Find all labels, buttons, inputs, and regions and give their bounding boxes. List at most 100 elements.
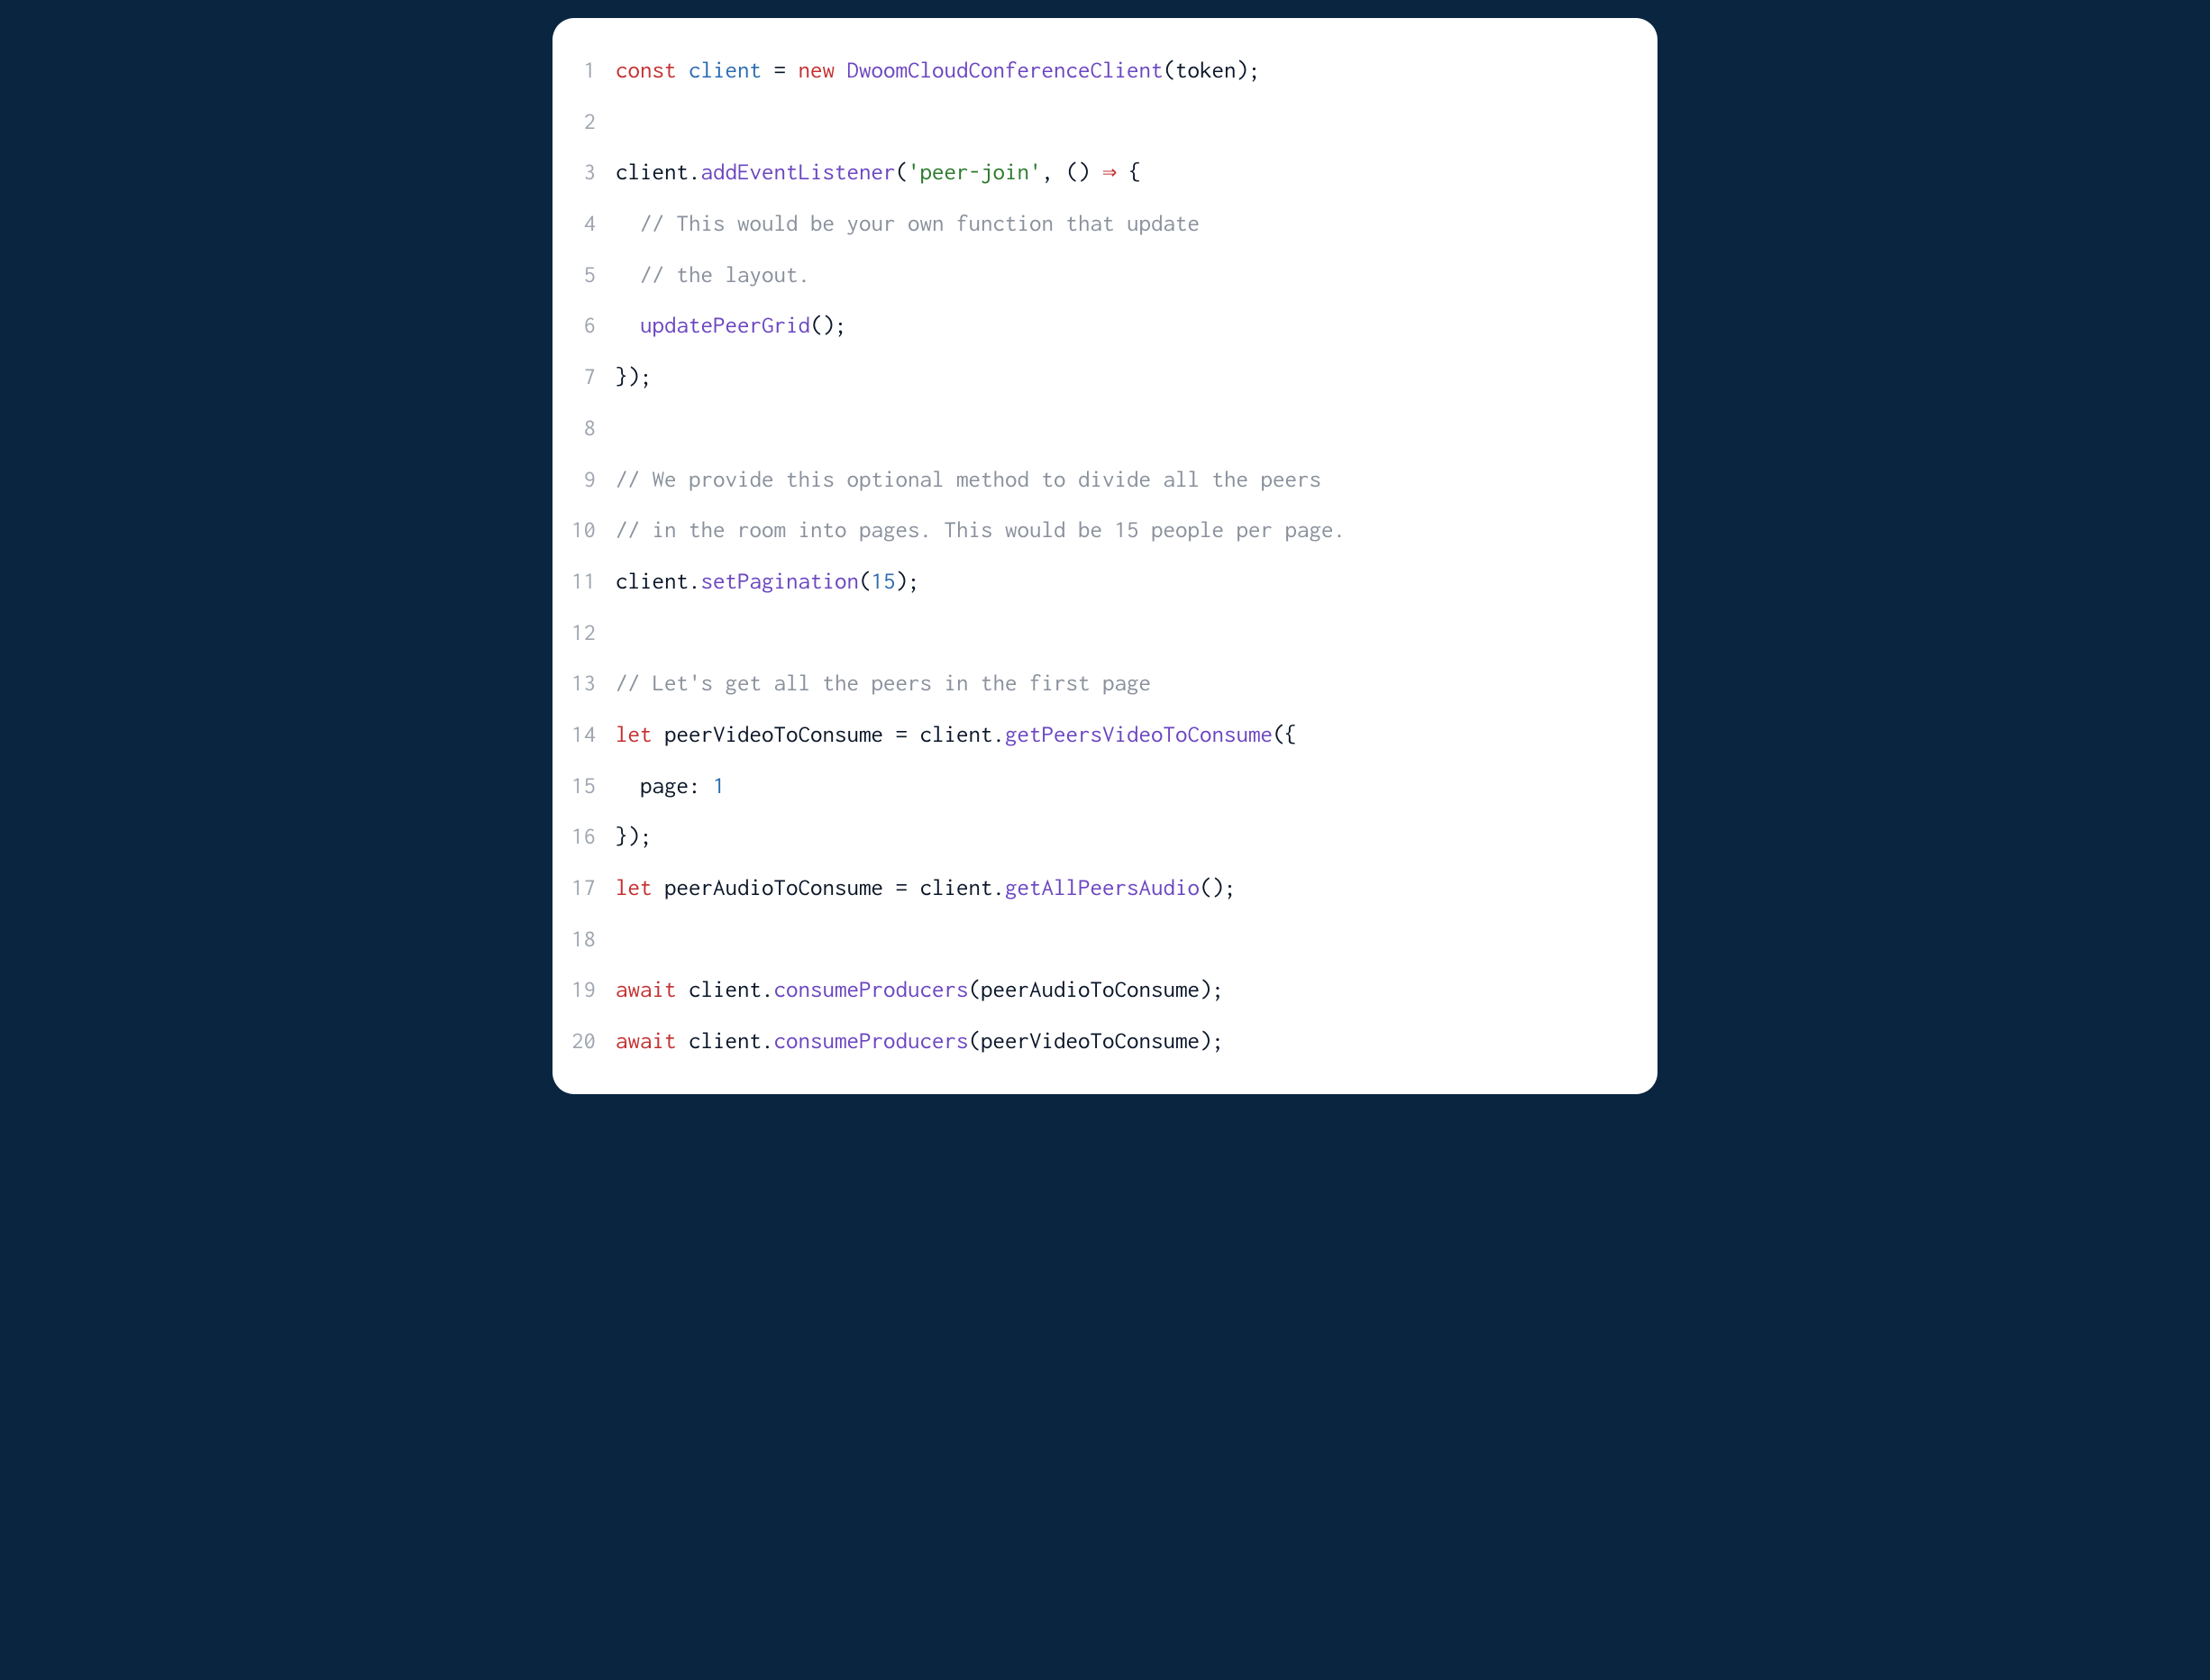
line-number: 2 bbox=[571, 96, 616, 148]
code-token: ); bbox=[896, 569, 920, 594]
code-content: await client.consumeProducers(peerVideoT… bbox=[616, 1016, 1224, 1067]
code-content: await client.consumeProducers(peerAudioT… bbox=[616, 964, 1224, 1016]
code-token: (peerVideoToConsume); bbox=[969, 1028, 1225, 1054]
code-token: 'peer-join' bbox=[908, 160, 1042, 185]
code-content: // Let's get all the peers in the first … bbox=[616, 658, 1151, 709]
code-content: // We provide this optional method to di… bbox=[616, 454, 1321, 506]
code-content: const client = new DwoomCloudConferenceC… bbox=[616, 45, 1261, 96]
code-token: (); bbox=[810, 313, 847, 338]
code-content: }); bbox=[616, 352, 653, 403]
code-line: 20await client.consumeProducers(peerVide… bbox=[571, 1016, 1621, 1067]
code-panel: 1const client = new DwoomCloudConference… bbox=[552, 18, 1658, 1094]
code-content: page: 1 bbox=[616, 761, 726, 812]
line-number: 6 bbox=[571, 300, 616, 352]
code-token: ⇒ bbox=[1102, 160, 1117, 185]
code-token: consumeProducers bbox=[774, 977, 969, 1002]
code-token: await bbox=[616, 977, 689, 1002]
code-line: 6 updatePeerGrid(); bbox=[571, 300, 1621, 352]
code-token: page: bbox=[616, 773, 713, 799]
line-number: 17 bbox=[571, 863, 616, 914]
code-line: 17let peerAudioToConsume = client.getAll… bbox=[571, 863, 1621, 914]
line-number: 7 bbox=[571, 352, 616, 403]
code-content: let peerAudioToConsume = client.getAllPe… bbox=[616, 863, 1237, 914]
code-token: peerVideoToConsume = client. bbox=[664, 722, 1005, 747]
code-line: 16}); bbox=[571, 811, 1621, 863]
code-line: 12 bbox=[571, 607, 1621, 659]
code-token: // Let's get all the peers in the first … bbox=[616, 671, 1151, 696]
code-token: ( bbox=[896, 160, 909, 185]
code-token: // in the room into pages. This would be… bbox=[616, 517, 1346, 543]
line-number: 4 bbox=[571, 198, 616, 250]
line-number: 11 bbox=[571, 556, 616, 607]
code-line: 2 bbox=[571, 96, 1621, 148]
line-number: 13 bbox=[571, 658, 616, 709]
line-number: 9 bbox=[571, 454, 616, 506]
code-line: 7}); bbox=[571, 352, 1621, 403]
code-line: 13// Let's get all the peers in the firs… bbox=[571, 658, 1621, 709]
code-listing: 1const client = new DwoomCloudConference… bbox=[571, 45, 1621, 1067]
code-line: 9// We provide this optional method to d… bbox=[571, 454, 1621, 506]
code-token: addEventListener bbox=[701, 160, 896, 185]
line-number: 1 bbox=[571, 45, 616, 96]
line-number: 12 bbox=[571, 607, 616, 659]
code-line: 3client.addEventListener('peer-join', ()… bbox=[571, 147, 1621, 198]
line-number: 10 bbox=[571, 505, 616, 556]
code-content: }); bbox=[616, 811, 653, 863]
code-token: updatePeerGrid bbox=[640, 313, 810, 338]
code-line: 11client.setPagination(15); bbox=[571, 556, 1621, 607]
code-content: // in the room into pages. This would be… bbox=[616, 505, 1346, 556]
code-line: 14let peerVideoToConsume = client.getPee… bbox=[571, 709, 1621, 761]
line-number: 16 bbox=[571, 811, 616, 863]
line-number: 20 bbox=[571, 1016, 616, 1067]
code-token: const bbox=[616, 58, 689, 83]
code-token: { bbox=[1117, 160, 1141, 185]
code-token: getAllPeersAudio bbox=[1005, 875, 1200, 900]
code-token: let bbox=[616, 722, 664, 747]
code-token: client. bbox=[689, 977, 774, 1002]
line-number: 14 bbox=[571, 709, 616, 761]
line-number: 3 bbox=[571, 147, 616, 198]
code-line: 10// in the room into pages. This would … bbox=[571, 505, 1621, 556]
code-token: new bbox=[799, 58, 847, 83]
code-token: // the layout. bbox=[640, 262, 810, 288]
code-token: client. bbox=[616, 160, 701, 185]
code-content: client.addEventListener('peer-join', () … bbox=[616, 147, 1141, 198]
code-token: client bbox=[689, 58, 762, 83]
line-number: 8 bbox=[571, 403, 616, 454]
code-line: 4 // This would be your own function tha… bbox=[571, 198, 1621, 250]
code-token: }); bbox=[616, 364, 653, 389]
line-number: 5 bbox=[571, 250, 616, 301]
code-token: getPeersVideoToConsume bbox=[1005, 722, 1273, 747]
code-token: peerAudioToConsume = client. bbox=[664, 875, 1005, 900]
code-line: 1const client = new DwoomCloudConference… bbox=[571, 45, 1621, 96]
code-token: ( bbox=[859, 569, 872, 594]
code-token: client. bbox=[689, 1028, 774, 1054]
code-token: await bbox=[616, 1028, 689, 1054]
code-line: 15 page: 1 bbox=[571, 761, 1621, 812]
code-line: 5 // the layout. bbox=[571, 250, 1621, 301]
code-token: consumeProducers bbox=[774, 1028, 969, 1054]
code-content: // This would be your own function that … bbox=[616, 198, 1200, 250]
code-token bbox=[616, 313, 640, 338]
code-content: // the layout. bbox=[616, 250, 810, 301]
code-line: 18 bbox=[571, 914, 1621, 965]
code-token bbox=[616, 211, 640, 236]
code-line: 8 bbox=[571, 403, 1621, 454]
line-number: 15 bbox=[571, 761, 616, 812]
code-token: = bbox=[762, 58, 799, 83]
code-token: (); bbox=[1200, 875, 1237, 900]
code-content: updatePeerGrid(); bbox=[616, 300, 847, 352]
code-token: 1 bbox=[713, 773, 726, 799]
code-token: (peerAudioToConsume); bbox=[969, 977, 1225, 1002]
code-token: (token); bbox=[1164, 58, 1261, 83]
code-token: ({ bbox=[1273, 722, 1297, 747]
code-token bbox=[616, 262, 640, 288]
code-token: let bbox=[616, 875, 664, 900]
code-token: }); bbox=[616, 824, 653, 849]
code-token: client. bbox=[616, 569, 701, 594]
code-token: , () bbox=[1042, 160, 1103, 185]
code-token: // We provide this optional method to di… bbox=[616, 467, 1321, 492]
code-line: 19await client.consumeProducers(peerAudi… bbox=[571, 964, 1621, 1016]
code-token: // This would be your own function that … bbox=[640, 211, 1200, 236]
line-number: 19 bbox=[571, 964, 616, 1016]
